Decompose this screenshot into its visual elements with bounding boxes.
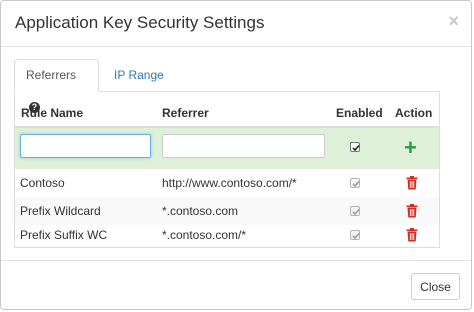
enabled-checkbox	[350, 230, 360, 240]
table-header: Rule Name Referrer Enabled Action	[15, 92, 439, 128]
referrer-cell: *.contoso.com	[162, 204, 239, 218]
add-rule-plus-icon[interactable]: +	[404, 137, 417, 159]
dialog-title: Application Key Security Settings	[15, 13, 265, 32]
referrer-cell: http://www.contoso.com/*	[162, 176, 297, 190]
security-settings-dialog: Application Key Security Settings × Refe…	[0, 0, 472, 310]
delete-trash-icon[interactable]	[406, 204, 418, 218]
header-referrer: Referrer	[162, 106, 209, 120]
enabled-checkbox	[350, 206, 360, 216]
tab-ip-range[interactable]: IP Range	[102, 59, 176, 92]
close-button[interactable]: Close	[411, 273, 460, 300]
close-icon[interactable]: ×	[448, 12, 459, 30]
rule-name-input[interactable]	[20, 134, 151, 158]
delete-trash-icon[interactable]	[406, 228, 418, 242]
rule-name-cell: Prefix Suffix WC	[20, 228, 108, 242]
table-row: Prefix Wildcard *.contoso.com	[15, 197, 439, 225]
enabled-checkbox	[350, 178, 360, 188]
new-rule-enabled-checkbox[interactable]	[350, 142, 360, 152]
tab-ip-range-label: IP Range	[114, 68, 164, 82]
referrers-panel: Rule Name Referrer Enabled Action + Cont…	[14, 92, 440, 248]
dialog-footer: Close	[1, 260, 471, 310]
referrer-input[interactable]	[162, 134, 325, 158]
header-rule-name: Rule Name	[21, 106, 84, 120]
rule-name-cell: Contoso	[20, 176, 65, 190]
delete-trash-icon[interactable]	[406, 176, 418, 190]
table-row: Contoso http://www.contoso.com/*	[15, 169, 439, 197]
rule-name-cell: Prefix Wildcard	[20, 204, 101, 218]
new-rule-row: +	[15, 128, 439, 169]
table-row: Prefix Suffix WC *.contoso.com/*	[15, 225, 439, 247]
tab-bar: Referrers? IP Range	[14, 59, 440, 113]
tab-referrers-label: Referrers	[26, 68, 77, 82]
header-action: Action	[395, 106, 433, 120]
header-enabled: Enabled	[336, 106, 383, 120]
dialog-header: Application Key Security Settings ×	[1, 1, 471, 47]
tab-referrers[interactable]: Referrers?	[14, 59, 99, 113]
referrer-cell: *.contoso.com/*	[162, 228, 247, 242]
